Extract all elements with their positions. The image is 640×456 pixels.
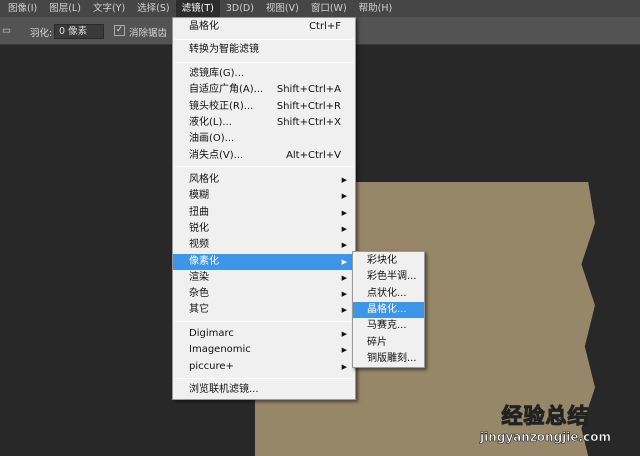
menu-0[interactable]: 图像(I)	[2, 0, 43, 17]
feather-label: 羽化:	[30, 28, 53, 39]
menu-item-label: 镜头校正(R)...	[189, 100, 254, 112]
menu-item-submenu[interactable]: 风格化 ▶	[173, 172, 355, 188]
menu-6[interactable]: 视图(V)	[260, 0, 305, 17]
menu-item[interactable]: 油画(O)...	[173, 131, 355, 147]
menu-item-submenu[interactable]: 其它 ▶	[173, 302, 355, 318]
menu-5[interactable]: 3D(D)	[220, 0, 260, 17]
submenu-arrow-icon: ▶	[341, 306, 347, 315]
menu-item-submenu[interactable]: 扭曲 ▶	[173, 205, 355, 221]
submenu-arrow-icon: ▶	[341, 176, 347, 184]
menu-2[interactable]: 文字(Y)	[87, 0, 131, 17]
watermark-text: 经验	[501, 404, 546, 429]
submenu-arrow-icon: ▶	[341, 224, 347, 233]
submenu-item[interactable]: 晶格化...	[353, 301, 424, 318]
menu-item-submenu[interactable]: 模糊 ▶	[173, 188, 355, 204]
menu-item[interactable]: 自适应广角(A)... Shift+Ctrl+A	[173, 82, 355, 98]
menu-item-label: 锐化	[189, 222, 209, 234]
menu-separator	[175, 62, 353, 63]
menu-item-label: piccure+	[189, 360, 234, 372]
menu-item[interactable]: 滤镜库(G)...	[173, 66, 355, 82]
submenu-arrow-icon: ▶	[341, 290, 347, 299]
submenu-item[interactable]: 铜版雕刻...	[353, 351, 424, 367]
antialias-label: 消除锯齿	[129, 28, 168, 39]
submenu-arrow-icon: ▶	[341, 192, 347, 201]
menu-item-label: 像素化	[189, 255, 219, 267]
submenu-arrow-icon: ▶	[341, 241, 347, 250]
menu-item-label: 模糊	[189, 190, 209, 202]
menu-item-label: 渲染	[189, 271, 209, 283]
submenu-arrow-icon: ▶	[341, 330, 347, 338]
submenu-item[interactable]: 碎片	[353, 335, 424, 351]
menu-8[interactable]: 帮助(H)	[353, 0, 399, 17]
antialias-checkbox[interactable]: ✓	[114, 25, 125, 36]
menu-1[interactable]: 图层(L)	[43, 0, 87, 17]
menu-item-submenu[interactable]: 渲染 ▶	[173, 270, 355, 286]
menu-item-label: 彩色半调...	[367, 271, 417, 283]
menu-item-submenu[interactable]: 视频 ▶	[173, 237, 355, 253]
menu-item-label: 点状化...	[367, 287, 407, 299]
shortcut: Shift+Ctrl+X	[276, 116, 341, 128]
menu-bar: 图像(I) 图层(L) 文字(Y) 选择(S) 滤镜(T) 3D(D) 视图(V) 窗口(W)…	[0, 0, 640, 17]
menu-item-label: 油画(O)...	[189, 133, 235, 145]
menu-separator	[175, 378, 353, 379]
menu-item-label: 液化(L)...	[189, 116, 232, 128]
menu-item-label: 晶格化	[189, 21, 219, 32]
menu-item-label: 杂色	[189, 288, 209, 300]
menu-item-label: 碎片	[367, 336, 387, 348]
menu-item-label: 扭曲	[189, 206, 209, 218]
feather-input[interactable]: 0 像素	[54, 24, 104, 39]
shortcut: Ctrl+F	[309, 21, 341, 32]
menu-item-plugin[interactable]: Digimarc ▶	[173, 326, 355, 342]
watermark-text-red: 总结	[545, 404, 590, 429]
menu-item-browse-online[interactable]: 浏览联机滤镜...	[173, 382, 355, 398]
menu-item-label: 浏览联机滤镜...	[189, 384, 259, 395]
pixelate-submenu: 彩块化彩色半调... 点状化... 晶格化... 马赛克... 碎片铜版雕刻...	[352, 251, 425, 368]
menu-item-label: Imagenomic	[189, 344, 251, 356]
submenu-arrow-icon: ▶	[341, 257, 347, 266]
shortcut: Shift+Ctrl+R	[276, 100, 341, 112]
menu-item-submenu[interactable]: 锐化 ▶	[173, 221, 355, 237]
menu-item-label: 其它	[189, 304, 209, 316]
menu-item-label: 晶格化...	[367, 303, 407, 315]
menu-item-label: 铜版雕刻...	[367, 352, 417, 364]
menu-separator	[175, 39, 353, 40]
submenu-item[interactable]: 马赛克...	[353, 318, 424, 334]
menu-3[interactable]: 选择(S)	[131, 0, 175, 17]
menu-item-label: 自适应广角(A)...	[189, 84, 264, 96]
selection-icon[interactable]: ▭	[2, 25, 11, 36]
menu-item[interactable]: 镜头校正(R)... Shift+Ctrl+R	[173, 99, 355, 115]
menu-item[interactable]: 液化(L)... Shift+Ctrl+X	[173, 115, 355, 131]
submenu-arrow-icon: ▶	[341, 273, 347, 282]
menu-item-label: 风格化	[189, 174, 219, 185]
submenu-item[interactable]: 点状化...	[353, 286, 424, 302]
menu-7[interactable]: 窗口(W)	[305, 0, 353, 17]
menu-item-submenu[interactable]: 杂色 ▶	[173, 286, 355, 302]
submenu-item[interactable]: 彩块化	[353, 253, 424, 269]
menu-item-label: 马赛克...	[367, 320, 407, 332]
shortcut: Shift+Ctrl+A	[276, 84, 341, 96]
menu-4[interactable]: 滤镜(T)	[175, 0, 220, 17]
menu-separator	[175, 321, 353, 322]
menu-item-plugin[interactable]: piccure+ ▶	[173, 359, 355, 375]
menu-item-label: 彩块化	[367, 255, 397, 266]
submenu-item[interactable]: 彩色半调...	[353, 269, 424, 285]
menu-separator	[175, 166, 353, 167]
menu-item-label: 视频	[189, 239, 209, 251]
menu-item-label: Digimarc	[189, 328, 234, 339]
shortcut: Alt+Ctrl+V	[286, 149, 341, 161]
filter-menu: 晶格化 Ctrl+F 转换为智能滤镜 滤镜库(G)... 自适应广角(A)... Shif…	[172, 17, 356, 400]
menu-item-label: 消失点(V)...	[189, 149, 244, 161]
menu-item[interactable]: 消失点(V)... Alt+Ctrl+V	[173, 148, 355, 164]
submenu-arrow-icon: ▶	[341, 362, 347, 371]
submenu-arrow-icon: ▶	[341, 346, 347, 355]
menu-item-label: 转换为智能滤镜	[189, 44, 259, 55]
menu-item-plugin[interactable]: Imagenomic ▶	[173, 342, 355, 358]
menu-item-convert-smart-filter[interactable]: 转换为智能滤镜	[173, 42, 355, 58]
submenu-arrow-icon: ▶	[341, 208, 347, 217]
watermark: 经验总结 jingyanzongjie.com	[480, 400, 612, 445]
menu-item-last-filter[interactable]: 晶格化 Ctrl+F	[173, 19, 355, 35]
watermark-url: jingyanzongjie.com	[480, 430, 612, 445]
menu-item-label: 滤镜库(G)...	[189, 68, 245, 79]
menu-item-submenu[interactable]: 像素化 ▶	[173, 253, 355, 270]
